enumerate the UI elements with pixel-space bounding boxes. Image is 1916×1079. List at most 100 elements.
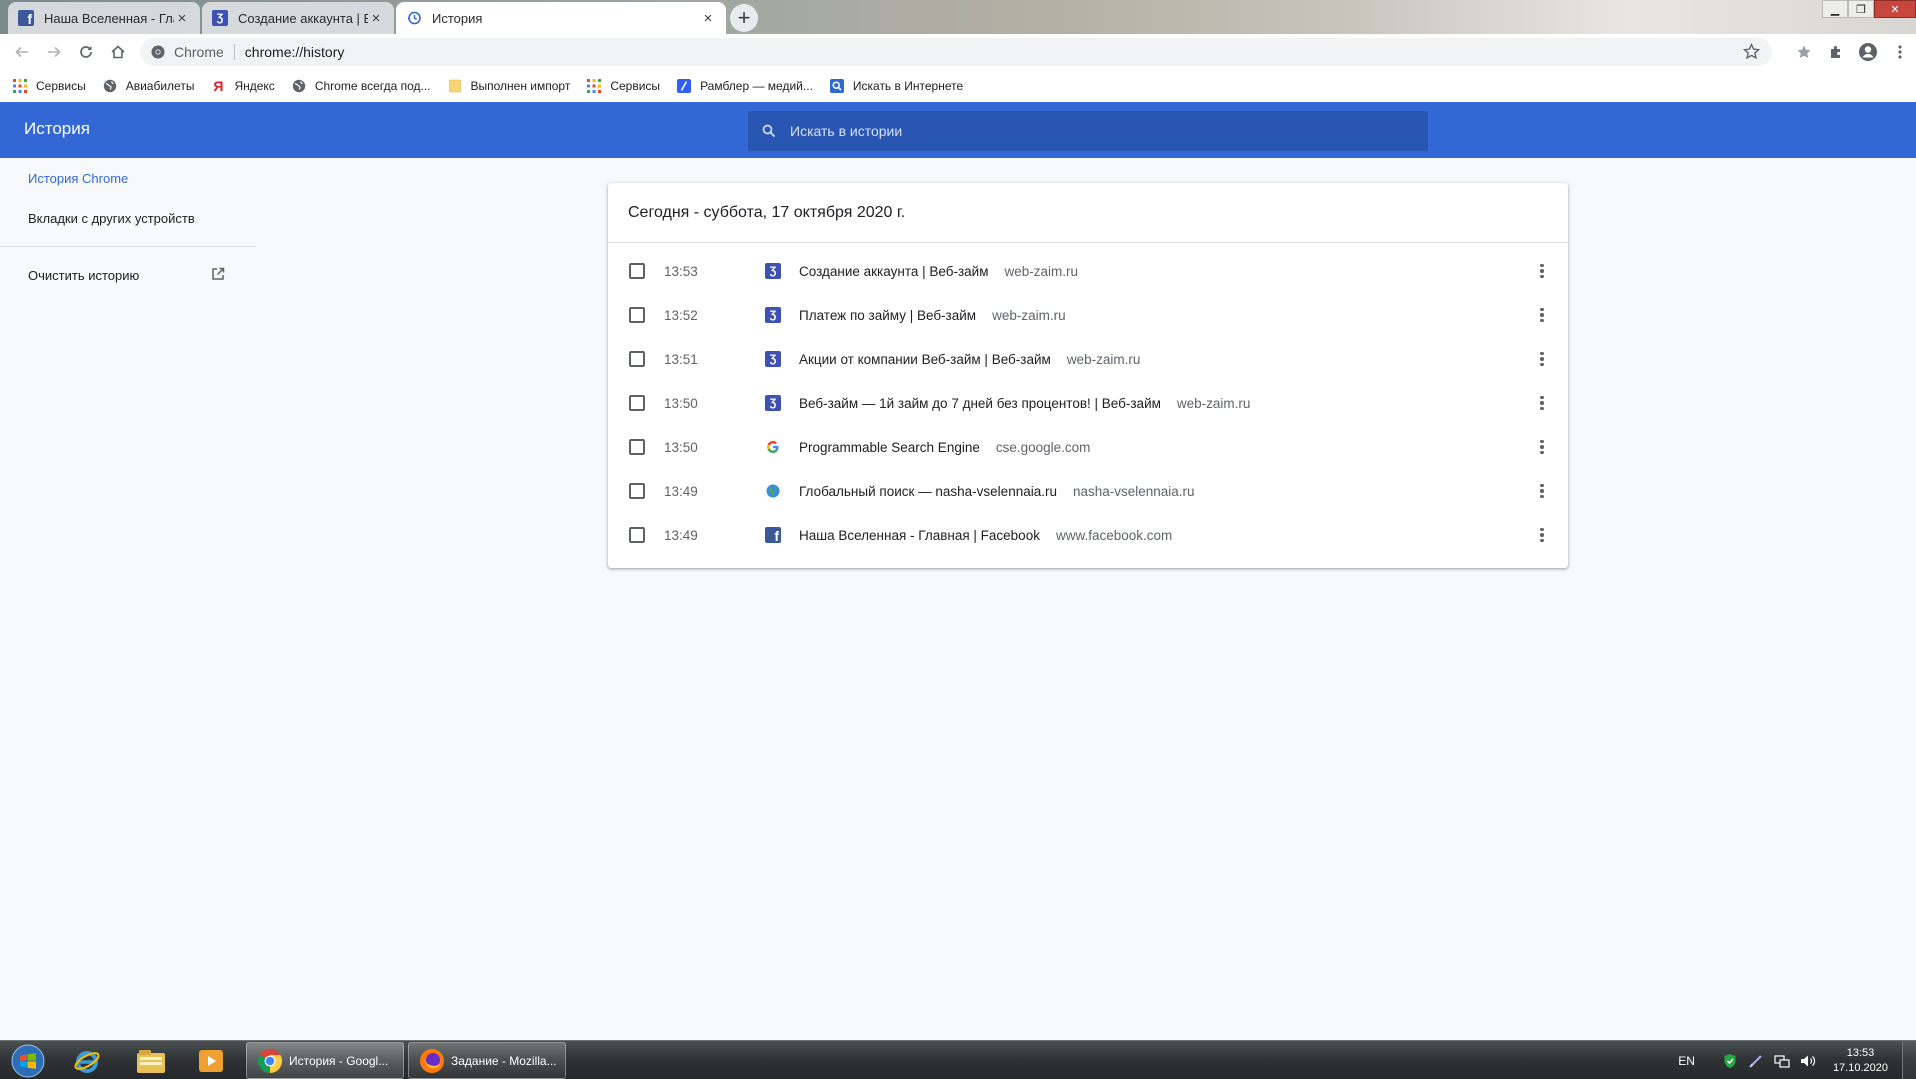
entry-title-link[interactable]: Глобальный поиск — nasha-vselennaia.ru — [799, 484, 1057, 499]
history-date-heading: Сегодня - суббота, 17 октября 2020 г. — [608, 183, 1568, 243]
more-vert-icon[interactable] — [1540, 527, 1544, 543]
browser-menu-button[interactable] — [1884, 36, 1916, 68]
entry-title-link[interactable]: Акции от компании Веб-займ | Веб-займ — [799, 352, 1051, 367]
back-button[interactable] — [6, 36, 38, 68]
taskbar-task-firefox[interactable]: Задание - Mozilla... — [408, 1042, 566, 1079]
more-vert-icon[interactable] — [1540, 439, 1544, 455]
more-vert-icon[interactable] — [1540, 351, 1544, 367]
system-tray: EN 13:53 17.10.2020 — [1678, 1041, 1916, 1079]
file-explorer-icon[interactable] — [124, 1043, 178, 1079]
bookmark-item[interactable]: Сервисы — [12, 78, 86, 94]
history-entry[interactable]: 13:50 Ʒ Веб-займ — 1й займ до 7 дней без… — [608, 381, 1568, 425]
entry-title-link[interactable]: Платеж по займу | Веб-займ — [799, 308, 976, 323]
tab-webzaim[interactable]: Ʒ Создание аккаунта | Веб-займ × — [202, 2, 394, 34]
entry-time: 13:50 — [664, 395, 698, 411]
address-bar[interactable]: Chrome chrome://history — [140, 38, 1772, 66]
bookmark-item[interactable]: Я Яндекс — [210, 78, 274, 94]
open-in-new-icon — [210, 266, 226, 285]
bookmark-item[interactable]: Искать в Интернете — [829, 78, 963, 94]
history-entry[interactable]: 13:49 Глобальный поиск — nasha-vselennai… — [608, 469, 1568, 513]
bookmark-item[interactable]: Chrome всегда под... — [291, 78, 431, 94]
windows-logo-icon — [11, 1044, 45, 1078]
entry-checkbox[interactable] — [629, 527, 645, 543]
sidebar-item-other-devices[interactable]: Вкладки с других устройств — [0, 198, 256, 238]
ie-icon[interactable] — [60, 1043, 114, 1079]
entry-time: 13:50 — [664, 439, 698, 455]
show-desktop-button[interactable] — [1902, 1041, 1916, 1079]
clear-history-button[interactable]: Очистить историю — [0, 255, 256, 295]
history-entry[interactable]: 13:49 f Наша Вселенная - Главная | Faceb… — [608, 513, 1568, 557]
tab-history[interactable]: История × — [396, 2, 726, 34]
history-entry[interactable]: 13:53 Ʒ Создание аккаунта | Веб-займ web… — [608, 249, 1568, 293]
search-placeholder: Искать в истории — [790, 123, 903, 139]
entry-title-link[interactable]: Веб-займ — 1й займ до 7 дней без процент… — [799, 396, 1161, 411]
entry-checkbox[interactable] — [629, 263, 645, 279]
close-icon[interactable]: × — [700, 10, 716, 27]
more-vert-icon[interactable] — [1540, 307, 1544, 323]
bookmark-item[interactable]: Сервисы — [586, 78, 660, 94]
tab-facebook[interactable]: f Наша Вселенная - Главная | Facebook × — [8, 2, 200, 34]
entry-checkbox[interactable] — [629, 395, 645, 411]
entry-title-link[interactable]: Programmable Search Engine — [799, 440, 980, 455]
home-icon — [111, 45, 125, 59]
entry-checkbox[interactable] — [629, 439, 645, 455]
apps-grid-icon — [586, 78, 602, 94]
title-bar: f Наша Вселенная - Главная | Facebook × … — [0, 0, 1916, 34]
volume-icon[interactable] — [1797, 1050, 1819, 1072]
network-icon[interactable] — [1771, 1050, 1793, 1072]
yandex-icon: Я — [213, 78, 224, 94]
restore-button[interactable]: ❐ — [1848, 0, 1874, 18]
bookmark-folder[interactable]: Выполнен импорт — [447, 78, 570, 94]
start-button[interactable] — [6, 1043, 50, 1079]
bookmark-item[interactable]: Рамблер — медий... — [676, 78, 813, 94]
close-icon[interactable]: × — [174, 10, 190, 27]
forward-button[interactable] — [38, 36, 70, 68]
entry-checkbox[interactable] — [629, 351, 645, 367]
pen-icon[interactable] — [1745, 1050, 1767, 1072]
entry-domain: web-zaim.ru — [992, 307, 1066, 323]
tab-title: Наша Вселенная - Главная | Facebook — [44, 10, 174, 26]
more-vert-icon[interactable] — [1540, 395, 1544, 411]
history-entry[interactable]: 13:52 Ʒ Платеж по займу | Веб-займ web-z… — [608, 293, 1568, 337]
close-window-button[interactable]: ✕ — [1874, 0, 1916, 18]
omnibox-url[interactable]: chrome://history — [245, 44, 345, 60]
taskbar-task-label: Задание - Mozilla... — [451, 1053, 557, 1068]
clock[interactable]: 13:53 17.10.2020 — [1833, 1046, 1888, 1076]
home-button[interactable] — [102, 36, 134, 68]
entry-title-link[interactable]: Создание аккаунта | Веб-займ — [799, 264, 988, 279]
search-icon — [762, 124, 776, 138]
entry-time: 13:53 — [664, 263, 698, 279]
sidebar-item-chrome-history[interactable]: История Chrome — [0, 158, 256, 198]
bookmark-label: Рамблер — медий... — [700, 79, 813, 93]
history-entry[interactable]: 13:50 Programmable Search Engine cse.goo… — [608, 425, 1568, 469]
star-extension-icon — [1797, 45, 1811, 58]
extensions-button[interactable] — [1820, 36, 1852, 68]
close-icon[interactable]: × — [368, 10, 384, 27]
entry-checkbox[interactable] — [629, 483, 645, 499]
entry-checkbox[interactable] — [629, 307, 645, 323]
more-vert-icon[interactable] — [1540, 483, 1544, 499]
profile-button[interactable] — [1852, 36, 1884, 68]
bookmark-item[interactable]: Авиабилеты — [102, 78, 194, 94]
webzaim-icon: Ʒ — [765, 395, 781, 411]
history-entry[interactable]: 13:51 Ʒ Акции от компании Веб-займ | Веб… — [608, 337, 1568, 381]
more-vert-icon[interactable] — [1540, 263, 1544, 279]
security-shield-icon[interactable] — [1719, 1050, 1741, 1072]
extension-star-button[interactable] — [1788, 36, 1820, 68]
reload-button[interactable] — [70, 36, 102, 68]
minimize-button[interactable]: ▁ — [1822, 0, 1848, 18]
entry-title-link[interactable]: Наша Вселенная - Главная | Facebook — [799, 528, 1040, 543]
entry-domain: web-zaim.ru — [1004, 263, 1079, 279]
language-indicator[interactable]: EN — [1678, 1054, 1695, 1068]
history-search-field[interactable]: Искать в истории — [748, 111, 1428, 151]
media-player-icon[interactable] — [184, 1043, 238, 1079]
webzaim-icon: Ʒ — [765, 263, 781, 279]
arrow-left-icon — [15, 46, 28, 58]
new-tab-button[interactable]: + — [730, 4, 758, 32]
entry-time: 13:49 — [664, 483, 698, 499]
folder-icon — [447, 78, 463, 94]
star-icon[interactable] — [1742, 42, 1761, 63]
taskbar-task-chrome[interactable]: История - Googl... — [246, 1042, 404, 1079]
sidebar-divider — [0, 246, 256, 247]
chrome-info-icon[interactable] — [150, 44, 166, 63]
